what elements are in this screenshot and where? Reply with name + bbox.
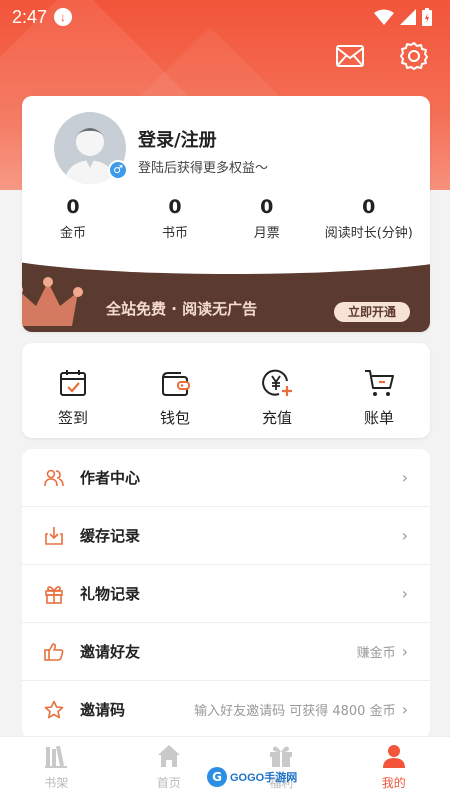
menu-item-invite-code[interactable]: 邀请码 输入好友邀请码 可获得 4800 金币 › <box>22 681 430 739</box>
menu-item-hint: 输入好友邀请码 可获得 4800 金币 <box>194 704 396 719</box>
menu-item-label: 邀请码 <box>80 701 126 719</box>
stat-value: 0 <box>168 196 182 218</box>
tab-mine[interactable]: 我的 <box>338 737 450 797</box>
menu-item-author-center[interactable]: 作者中心 › <box>22 449 430 507</box>
banner-wave-decor <box>22 262 430 274</box>
signal-icon <box>400 9 416 25</box>
chevron-right-icon: › <box>401 468 408 487</box>
vip-banner[interactable]: 全站免费 · 阅读无广告 立即开通 <box>22 262 430 332</box>
tab-bookshelf[interactable]: 书架 <box>0 737 113 797</box>
mail-icon[interactable] <box>334 40 366 72</box>
chevron-right-icon: › <box>401 526 408 545</box>
user-stats: 0 金币 0 书币 0 月票 0 阅读时长(分钟) <box>22 196 430 241</box>
vip-banner-text: 全站免费 · 阅读无广告 <box>106 300 258 318</box>
menu-item-hint: 赚金币 <box>356 646 396 661</box>
stat-book-coins[interactable]: 0 书币 <box>124 196 226 241</box>
wifi-icon <box>374 9 394 25</box>
checkin-button[interactable]: 签到 <box>22 343 124 438</box>
home-icon <box>157 745 180 767</box>
menu-item-invite-friends[interactable]: 邀请好友 赚金币 › <box>22 623 430 681</box>
watermark-text: GOGO手游网 <box>230 772 298 784</box>
menu-item-label: 礼物记录 <box>80 585 141 603</box>
header-actions <box>334 40 430 72</box>
watermark-logo: G GOGO手游网 <box>207 765 319 789</box>
download-icon <box>45 526 63 545</box>
chevron-right-icon: › <box>401 584 408 603</box>
menu-item-right: 输入好友邀请码 可获得 4800 金币 › <box>194 700 408 719</box>
quick-action-label: 钱包 <box>159 409 190 427</box>
menu-item-right: › <box>396 468 408 487</box>
open-vip-button[interactable]: 立即开通 <box>334 302 410 322</box>
yen-coin-plus-icon <box>262 369 292 396</box>
tab-label: 我的 <box>381 776 406 790</box>
stat-value: 0 <box>66 196 80 218</box>
tab-label: 首页 <box>156 776 181 790</box>
status-icons <box>374 8 432 26</box>
menu-item-right: 赚金币 › <box>357 642 408 661</box>
quick-action-label: 充值 <box>261 409 292 427</box>
menu-item-right: › <box>396 584 408 603</box>
watermark-icon: G <box>207 767 227 787</box>
battery-icon <box>422 8 432 26</box>
wallet-icon <box>162 372 190 396</box>
tab-label: 书架 <box>44 776 69 790</box>
menu-item-label: 作者中心 <box>80 469 141 487</box>
recharge-button[interactable]: 充值 <box>226 343 328 438</box>
stat-label: 金币 <box>59 226 86 241</box>
stat-label: 阅读时长(分钟) <box>324 226 413 241</box>
menu-item-label: 邀请好友 <box>80 643 141 661</box>
chevron-right-icon: › <box>401 700 408 719</box>
quick-action-label: 账单 <box>363 409 394 427</box>
stat-gold-coins[interactable]: 0 金币 <box>22 196 124 241</box>
bill-button[interactable]: 账单 <box>328 343 430 438</box>
crown-icon <box>22 277 83 326</box>
download-notification-icon: ↓ <box>54 8 72 26</box>
status-bar: 2:47 ↓ <box>0 0 450 34</box>
gift-icon <box>45 585 63 604</box>
gear-icon[interactable] <box>398 40 430 72</box>
menu-item-right: › <box>396 526 408 545</box>
stat-label: 月票 <box>253 226 280 241</box>
profile-card: ♂ 登录/注册 登陆后获得更多权益～ 0 金币 0 书币 0 月票 0 阅读时长… <box>22 96 430 332</box>
login-register-link[interactable]: 登录/注册 <box>138 126 217 152</box>
menu-item-gift-records[interactable]: 礼物记录 › <box>22 565 430 623</box>
male-gender-icon: ♂ <box>108 160 128 180</box>
stat-value: 0 <box>362 196 376 218</box>
wallet-button[interactable]: 钱包 <box>124 343 226 438</box>
calendar-check-icon <box>60 370 86 396</box>
cart-bill-icon <box>365 370 394 396</box>
chevron-right-icon: › <box>401 642 408 661</box>
menu-list: 作者中心 › 缓存记录 › 礼物记录 › 邀请好友 赚金币 › 邀请码 输入好友… <box>22 449 430 739</box>
menu-item-cache-records[interactable]: 缓存记录 › <box>22 507 430 565</box>
quick-action-label: 签到 <box>57 409 88 427</box>
star-icon <box>44 700 64 718</box>
stat-label: 书币 <box>161 226 188 241</box>
stat-reading-time[interactable]: 0 阅读时长(分钟) <box>308 196 430 241</box>
users-icon <box>44 469 64 486</box>
menu-item-label: 缓存记录 <box>80 527 141 545</box>
login-subtitle: 登陆后获得更多权益～ <box>138 161 269 176</box>
quick-actions: 签到 钱包 充值 账单 <box>22 343 430 438</box>
stat-value: 0 <box>260 196 274 218</box>
status-time: 2:47 <box>12 7 48 27</box>
bookshelf-icon <box>45 745 68 768</box>
stat-monthly-tickets[interactable]: 0 月票 <box>226 196 308 241</box>
user-profile-icon <box>382 745 405 768</box>
thumbs-up-icon <box>44 642 64 661</box>
